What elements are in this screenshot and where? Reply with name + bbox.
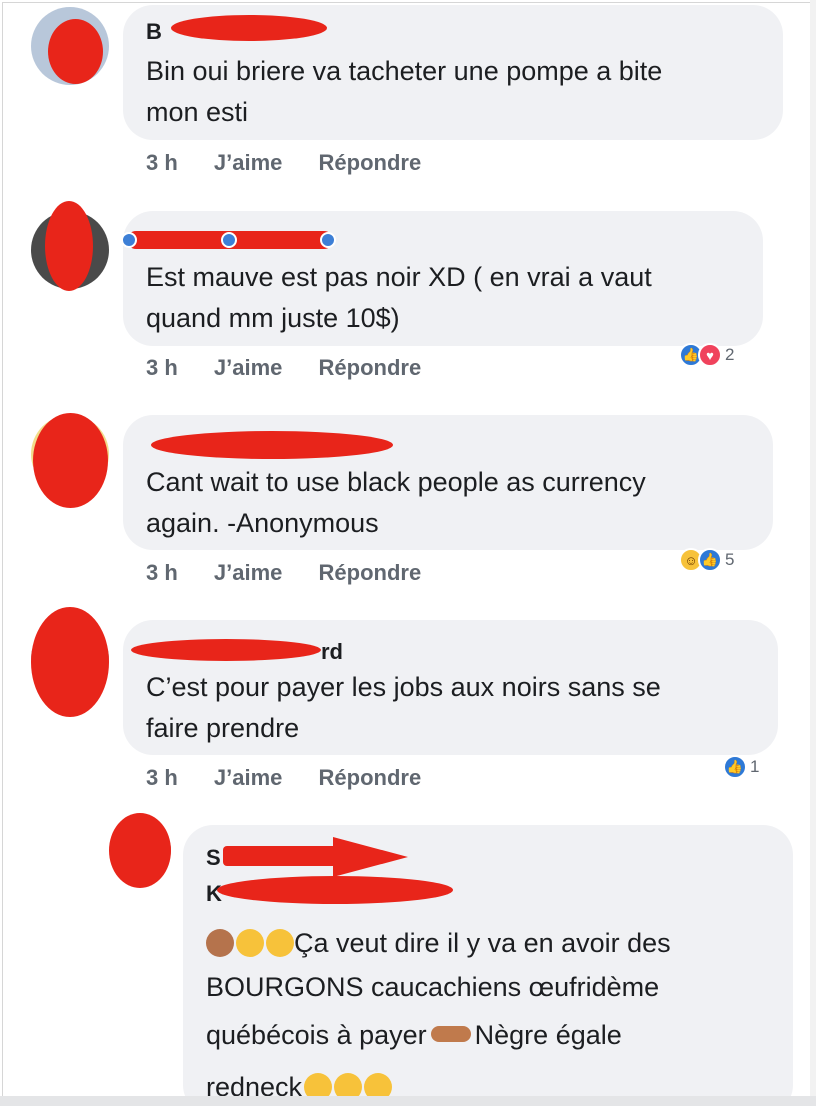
- woman-emoji-icon: [206, 929, 234, 957]
- comment-text-line: québécois à payer Nègre égale: [206, 1015, 622, 1056]
- heart-reaction-icon: ♥: [698, 343, 722, 367]
- reaction-summary[interactable]: 👍 ♥ 2: [679, 343, 734, 367]
- comment-meta: 3 h J’aime Répondre: [146, 355, 451, 381]
- comment-text-line: faire prendre: [146, 713, 300, 743]
- like-reaction-icon: 👍: [698, 548, 722, 572]
- redaction-scribble: [217, 876, 453, 904]
- redaction-scribble: [131, 639, 321, 661]
- commenter-name[interactable]: B: [146, 19, 162, 45]
- reaction-summary[interactable]: ☺ 👍 5: [679, 548, 734, 572]
- commenter-name-line2[interactable]: K: [206, 881, 222, 907]
- redaction-scribble: [45, 201, 93, 291]
- comment-meta: 3 h J’aime Répondre: [146, 560, 451, 586]
- like-reaction-icon: 👍: [723, 755, 747, 779]
- comment-text-line: Cant wait to use black people as currenc…: [146, 467, 646, 497]
- timestamp[interactable]: 3 h: [146, 355, 178, 380]
- laughing-emoji-icon: [266, 929, 294, 957]
- timestamp[interactable]: 3 h: [146, 560, 178, 585]
- commenter-name[interactable]: rd: [321, 639, 343, 665]
- comment-text-line: BOURGONS caucachiens œufridème: [206, 972, 660, 1002]
- reaction-count: 1: [750, 757, 760, 776]
- comment-thread: B Bin oui briere va tacheter une pompe a…: [2, 2, 812, 1098]
- reaction-count: 2: [725, 345, 735, 364]
- redaction-scribble: [48, 19, 103, 84]
- reply-link[interactable]: Répondre: [319, 355, 422, 380]
- comment-text-line: again. -Anonymous: [146, 508, 379, 538]
- timestamp[interactable]: 3 h: [146, 150, 178, 175]
- eye-roll-emoji-icon: [236, 929, 264, 957]
- page-edge: [810, 0, 816, 1106]
- selection-handle[interactable]: [221, 232, 237, 248]
- selection-handle[interactable]: [320, 232, 336, 248]
- arrow-icon: [333, 837, 408, 877]
- commenter-name-start: S: [206, 845, 221, 870]
- comment-text-line: mon esti: [146, 97, 249, 127]
- like-link[interactable]: J’aime: [214, 560, 283, 585]
- comment-text-fragment: redneck: [206, 1072, 303, 1098]
- like-link[interactable]: J’aime: [214, 355, 283, 380]
- redaction-scribble: [171, 15, 327, 41]
- page-edge: [0, 1096, 816, 1106]
- comment-text-line: Ça veut dire il y va en avoir des: [206, 923, 671, 964]
- comment-text-line: quand mm juste 10$): [146, 303, 400, 333]
- reaction-count: 5: [725, 550, 735, 569]
- reaction-summary[interactable]: 👍 1: [723, 755, 759, 779]
- comment-text-fragment: Nègre égale: [474, 1020, 622, 1050]
- timestamp[interactable]: 3 h: [146, 765, 178, 790]
- comment-text-line: Bin oui briere va tacheter une pompe a b…: [146, 56, 663, 86]
- reply-link[interactable]: Répondre: [319, 765, 422, 790]
- pointing-hand-emoji-icon: [430, 1026, 471, 1042]
- reply-link[interactable]: Répondre: [319, 150, 422, 175]
- laughing-emoji-icon: [334, 1073, 363, 1097]
- redaction-scribble: [33, 413, 108, 508]
- redaction-scribble: [151, 431, 393, 459]
- comment-text-fragment: québécois à payer: [206, 1020, 427, 1050]
- redaction-scribble: [109, 813, 171, 888]
- like-link[interactable]: J’aime: [214, 150, 283, 175]
- comment-meta: 3 h J’aime Répondre: [146, 765, 451, 791]
- comment-text-fragment: Ça veut dire il y va en avoir des: [294, 928, 671, 958]
- comment-text-line: Est mauve est pas noir XD ( en vrai a va…: [146, 262, 652, 292]
- reply-link[interactable]: Répondre: [319, 560, 422, 585]
- laughing-emoji-icon: [304, 1073, 333, 1097]
- redaction-scribble: [31, 607, 109, 717]
- comment-text-line: redneck: [206, 1067, 393, 1098]
- comment-meta: 3 h J’aime Répondre: [146, 150, 451, 176]
- laughing-emoji-icon: [364, 1073, 393, 1097]
- selection-handle[interactable]: [121, 232, 137, 248]
- comment-text-line: C’est pour payer les jobs aux noirs sans…: [146, 672, 661, 702]
- like-link[interactable]: J’aime: [214, 765, 283, 790]
